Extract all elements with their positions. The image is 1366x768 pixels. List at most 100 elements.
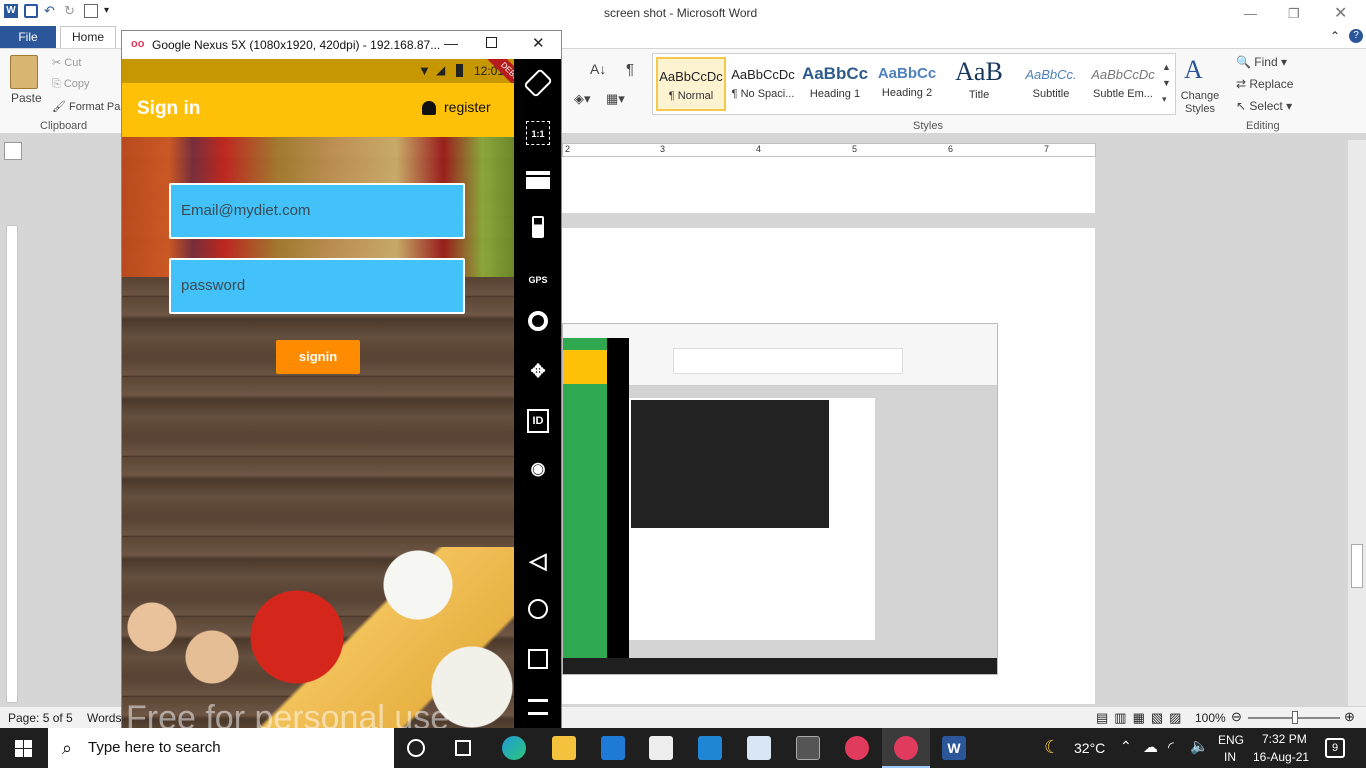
style-subtle-emphasis[interactable]: AaBbCcDc Subtle Em...	[1088, 57, 1158, 111]
replace-label: Replace	[1249, 77, 1294, 91]
notification-icon[interactable]: 9	[1325, 738, 1345, 758]
id-icon[interactable]: ID	[527, 409, 549, 433]
undo-icon[interactable]: ↶	[44, 4, 58, 18]
weather-icon[interactable]: ☾	[1044, 737, 1060, 758]
nested-emulator	[563, 338, 607, 658]
home-icon[interactable]	[528, 599, 548, 619]
embedded-screenshot-image[interactable]	[562, 323, 998, 675]
disk-icon[interactable]: ◉	[526, 457, 550, 481]
camera-icon[interactable]	[528, 311, 548, 331]
restore-icon[interactable]: ❐	[1288, 6, 1300, 22]
network-icon[interactable]: ◜	[1168, 738, 1174, 756]
minimize-icon[interactable]: —	[1244, 6, 1257, 21]
style-subtitle[interactable]: AaBbCc. Subtitle	[1016, 57, 1086, 111]
virtualbox-icon[interactable]	[747, 736, 771, 760]
scrollbar-thumb[interactable]	[1351, 544, 1363, 588]
language-code[interactable]: ENG	[1218, 733, 1244, 747]
clock-date[interactable]: 16-Aug-21	[1253, 750, 1309, 764]
weather-temp[interactable]: 32°C	[1074, 740, 1105, 756]
task-view-icon[interactable]	[455, 740, 471, 756]
one-to-one-icon[interactable]: 1:1	[526, 121, 550, 145]
view-buttons[interactable]: ▤▥▦▧▨	[1096, 710, 1187, 726]
mail-icon[interactable]	[601, 736, 625, 760]
zoom-level[interactable]: 100%	[1195, 711, 1226, 725]
collapse-ribbon-icon[interactable]: ⌃	[1330, 29, 1340, 43]
overview-icon[interactable]	[528, 649, 548, 669]
zoom-slider-thumb[interactable]	[1292, 711, 1298, 724]
language-region[interactable]: IN	[1224, 750, 1236, 764]
sort-icon[interactable]: A↓	[590, 61, 606, 77]
battery-icon[interactable]	[532, 216, 544, 238]
shading-icon[interactable]: ◈▾	[574, 91, 591, 107]
emulator-minimize-icon[interactable]: —	[444, 35, 458, 51]
style-name: ¶ Normal	[668, 90, 714, 102]
battery-status-icon	[456, 64, 463, 77]
style-normal[interactable]: AaBbCcDc ¶ Normal	[656, 57, 726, 111]
vscode-icon[interactable]	[698, 736, 722, 760]
device-screen[interactable]: ▼ ◢ 12:01 DEBUG Sign in register Email@m…	[122, 59, 514, 729]
word-taskbar-icon[interactable]: W	[942, 736, 966, 760]
cut-label: Cut	[64, 57, 82, 69]
tab-home[interactable]: Home	[60, 26, 116, 48]
gps-icon[interactable]: GPS	[526, 265, 550, 289]
select-button[interactable]: ↖ Select ▾	[1236, 99, 1292, 113]
change-styles-icon[interactable]: A	[1184, 55, 1203, 85]
zoom-out-icon[interactable]: ⊖	[1231, 709, 1242, 725]
paste-button[interactable]: Paste	[11, 91, 42, 105]
register-button[interactable]: register	[422, 99, 491, 116]
word-count[interactable]: Words	[87, 711, 121, 725]
close-icon[interactable]: ✕	[1334, 3, 1347, 23]
change-styles-button[interactable]: Change Styles	[1180, 90, 1220, 116]
volume-icon[interactable]: 🔈	[1190, 737, 1209, 755]
copy-button[interactable]: ⎘ Copy	[52, 78, 90, 91]
store-icon[interactable]	[649, 736, 673, 760]
genymotion-running-icon[interactable]	[894, 736, 918, 760]
signin-button[interactable]: signin	[276, 340, 360, 374]
zoom-in-icon[interactable]: ⊕	[1344, 709, 1355, 725]
cut-button[interactable]: ✂ Cut	[52, 56, 81, 69]
file-explorer-icon[interactable]	[552, 736, 576, 760]
password-field[interactable]: password	[169, 258, 465, 314]
style-sample: AaBbCc	[801, 64, 869, 83]
styles-group-label: Styles	[913, 120, 943, 132]
cortana-icon[interactable]	[407, 739, 425, 757]
menu-icon[interactable]	[528, 699, 548, 715]
taskbar-search[interactable]: ⌕ Type here to search	[48, 728, 394, 768]
style-no-spacing[interactable]: AaBbCcDc ¶ No Spaci...	[728, 57, 798, 111]
style-heading-2[interactable]: AaBbCc Heading 2	[872, 57, 942, 111]
move-icon[interactable]: ✥	[526, 359, 550, 383]
emulator-close-icon[interactable]: ✕	[532, 34, 545, 52]
vertical-scrollbar[interactable]	[1348, 140, 1366, 706]
replace-button[interactable]: ⇄ Replace	[1236, 77, 1293, 91]
redo-icon[interactable]: ↻	[64, 4, 78, 18]
styles-scroll-icon[interactable]: ▲ ▼ ▾	[1162, 59, 1171, 107]
paste-icon[interactable]	[10, 55, 38, 89]
edge-icon[interactable]	[502, 736, 526, 760]
find-button[interactable]: 🔍 Find ▾	[1236, 55, 1287, 69]
app-content: Email@mydiet.com password signin Free fo…	[122, 137, 514, 729]
emulator-maximize-icon[interactable]	[486, 37, 497, 48]
clock-time[interactable]: 7:32 PM	[1262, 732, 1307, 746]
page-indicator[interactable]: Page: 5 of 5	[8, 711, 73, 725]
style-heading-1[interactable]: AaBbCc Heading 1	[800, 57, 870, 111]
help-icon[interactable]: ?	[1349, 29, 1363, 43]
onedrive-icon[interactable]: ☁	[1143, 738, 1158, 756]
format-painter-button[interactable]: 🖌 Format Pai	[52, 100, 123, 113]
show-hidden-icons[interactable]: ⌃	[1120, 738, 1132, 755]
save-icon[interactable]	[24, 4, 38, 18]
genymotion-icon[interactable]	[845, 736, 869, 760]
start-button[interactable]	[15, 740, 32, 757]
back-icon[interactable]: ◁	[526, 549, 550, 573]
customize-qat-icon[interactable]: ▾	[104, 4, 118, 18]
emulator-window[interactable]: oo Google Nexus 5X (1080x1920, 420dpi) -…	[121, 30, 562, 729]
style-title[interactable]: AaB Title	[944, 57, 1014, 111]
email-field[interactable]: Email@mydiet.com	[169, 183, 465, 239]
pilcrow-icon[interactable]: ¶	[626, 61, 634, 78]
settings-app-icon[interactable]	[796, 736, 820, 760]
rotate-icon[interactable]	[523, 68, 553, 98]
print-preview-icon[interactable]	[84, 4, 98, 18]
borders-icon[interactable]: ▦▾	[606, 91, 625, 107]
ruler-toggle[interactable]	[4, 142, 22, 160]
tab-file[interactable]: File	[0, 26, 56, 48]
screenshot-icon[interactable]	[526, 171, 550, 189]
